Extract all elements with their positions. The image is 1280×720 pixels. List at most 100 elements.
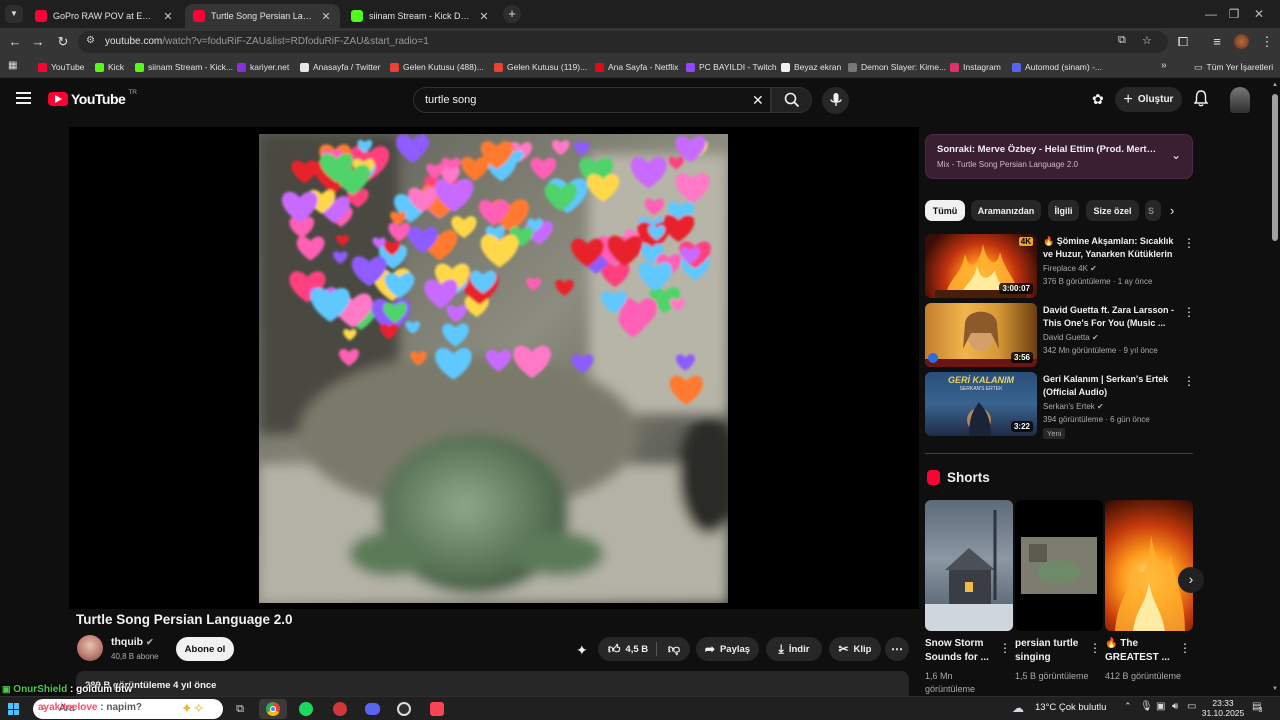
scroll-down-arrow-icon[interactable]: ▼	[1272, 686, 1278, 692]
short-item[interactable]: persian turtle singing 1,5 B görüntüleme…	[1015, 500, 1103, 681]
like-button[interactable]: 👍︎ 4,5 B	[598, 637, 658, 661]
bookmark-item[interactable]: Instagram	[950, 60, 1001, 74]
download-button[interactable]: ⤓ İndir	[766, 637, 822, 661]
sparkle-ai-icon[interactable]: ✦	[576, 642, 588, 659]
more-actions-button[interactable]: ⋯	[885, 637, 909, 661]
chip-all[interactable]: Tümü	[925, 200, 965, 221]
bookmark-item[interactable]: Ana Sayfa - Netflix	[595, 60, 678, 74]
more-options-icon[interactable]: ⋮	[1183, 305, 1195, 319]
short-item[interactable]: Snow Storm Sounds for ... 1,6 Mn görüntü…	[925, 500, 1013, 694]
browser-tab-turtle-song[interactable]: Turtle Song Persian Language 2.0 ✕	[185, 4, 340, 28]
site-info-icon[interactable]: ⚙	[86, 35, 95, 46]
recommendation-channel[interactable]: Fireplace 4K ✔	[1043, 264, 1097, 273]
bookmark-item[interactable]: siinam Stream - Kick...	[135, 60, 233, 74]
share-button[interactable]: ➦ Paylaş	[696, 637, 759, 661]
taskbar-valorant-icon[interactable]	[423, 699, 451, 719]
clip-button[interactable]: ✂ Klip	[829, 637, 881, 661]
short-title[interactable]: 🔥 The GREATEST ...	[1105, 637, 1177, 665]
chip-from-search[interactable]: Aramanızdan	[971, 200, 1041, 221]
close-tab-icon[interactable]: ✕	[478, 10, 490, 23]
bookmark-item[interactable]: Anasayfa / Twitter	[300, 60, 380, 74]
search-button[interactable]	[771, 87, 812, 113]
mix-playlist-panel[interactable]: Sonraki: Merve Özbey - Helal Ettim (Prod…	[925, 134, 1193, 179]
notifications-bell-icon[interactable]	[1193, 90, 1209, 112]
subscribe-button[interactable]: Abone ol	[176, 637, 234, 661]
weather-cloud-icon[interactable]: ☁	[1012, 701, 1024, 715]
channel-name[interactable]: thquib ✔	[111, 636, 154, 648]
volume-icon[interactable]: 🔊︎	[1172, 701, 1178, 712]
video-thumbnail[interactable]: GERİ KALANIM SERKAN'S ERTEK 3:22	[925, 372, 1037, 436]
browser-tab-kick[interactable]: siinam Stream - Kick Dashboard ✕	[343, 4, 498, 28]
taskbar-search-input[interactable]: ⌕ Ara ayakiteelove : napim? ✦✧	[33, 699, 223, 719]
chip-for-you[interactable]: Size özel	[1086, 200, 1139, 221]
youtube-logo[interactable]: YouTube TR	[48, 89, 137, 107]
chip-more[interactable]: S	[1145, 200, 1161, 221]
chip-related[interactable]: İlgili	[1048, 200, 1079, 221]
hamburger-menu-icon[interactable]	[16, 92, 31, 104]
more-options-icon[interactable]: ⋮	[1179, 641, 1191, 655]
taskbar-discord-icon[interactable]	[358, 699, 386, 719]
bookmark-item[interactable]: Gelen Kutusu (488)...	[390, 60, 484, 74]
account-avatar[interactable]	[1230, 87, 1250, 113]
task-view-icon[interactable]: ⧉	[226, 699, 254, 719]
recommendation-item[interactable]: 3:56 David Guetta ft. Zara Larsson - Thi…	[925, 303, 1195, 369]
voice-search-button[interactable]	[822, 87, 849, 114]
recommendation-channel[interactable]: David Guetta ✔	[1043, 333, 1099, 342]
bookmark-item[interactable]: Demon Slayer: Kime...	[848, 60, 946, 74]
bookmark-item[interactable]: Automod (sinam) -...	[1012, 60, 1102, 74]
recommendation-item[interactable]: GERİ KALANIM SERKAN'S ERTEK 3:22 Geri Ka…	[925, 372, 1195, 439]
more-options-icon[interactable]: ⋮	[1183, 236, 1195, 250]
bookmark-item[interactable]: Beyaz ekran	[781, 60, 841, 74]
recommendation-title[interactable]: David Guetta ft. Zara Larsson - This One…	[1043, 304, 1181, 330]
tray-overflow-icon[interactable]: ⌃	[1124, 701, 1132, 712]
new-tab-button[interactable]: +	[503, 5, 521, 23]
short-item[interactable]: 🔥 The GREATEST ... 412 B görüntüleme ⋮	[1105, 500, 1193, 681]
recommendation-channel[interactable]: Serkan's Ertek ✔	[1043, 402, 1104, 411]
bookmark-item[interactable]: PC BAYILDI - Twitch	[686, 60, 777, 74]
taskbar-spotify-icon[interactable]	[292, 699, 320, 719]
profile-avatar-icon[interactable]	[1234, 34, 1249, 49]
back-arrow-icon[interactable]: ←	[7, 34, 23, 50]
page-scrollbar[interactable]: ▲ ▼	[1270, 82, 1280, 696]
more-options-icon[interactable]: ⋮	[999, 641, 1011, 655]
tab-search-button[interactable]: ▼	[5, 5, 23, 23]
taskbar-chrome-icon[interactable]	[259, 699, 287, 719]
search-input[interactable]: turtle song ✕	[413, 87, 771, 113]
weather-text[interactable]: 13°C Çok bulutlu	[1035, 702, 1106, 713]
create-button[interactable]: + Oluştur	[1115, 87, 1182, 112]
channel-avatar[interactable]	[77, 635, 103, 661]
scrollbar-thumb[interactable]	[1272, 94, 1278, 241]
studio-icon[interactable]: ✿	[1092, 91, 1104, 108]
video-frame[interactable]	[259, 134, 728, 603]
close-tab-icon[interactable]: ✕	[320, 10, 332, 23]
extensions-icon[interactable]: ⧠	[1175, 34, 1191, 50]
recommendation-title[interactable]: 🔥 Şömine Akşamları: Sıcaklık ve Huzur, Y…	[1043, 235, 1181, 263]
cast-icon[interactable]: ⧉	[1118, 34, 1126, 47]
more-options-icon[interactable]: ⋮	[1089, 641, 1101, 655]
more-options-icon[interactable]: ⋮	[1183, 374, 1195, 388]
bookmark-star-icon[interactable]: ☆	[1142, 34, 1152, 47]
browser-menu-icon[interactable]: ⋮	[1259, 34, 1275, 50]
dislike-button[interactable]: 👎︎	[659, 637, 689, 661]
shorts-next-button[interactable]: ›	[1178, 567, 1204, 593]
short-title[interactable]: persian turtle singing	[1015, 637, 1087, 665]
recommendation-title[interactable]: Geri Kalanım | Serkan's Ertek (Official …	[1043, 373, 1181, 399]
apps-grid-icon[interactable]: ▦	[8, 60, 17, 71]
scroll-up-arrow-icon[interactable]: ▲	[1272, 82, 1278, 88]
chevron-down-icon[interactable]: ⌄	[1171, 148, 1181, 162]
taskbar-riot-icon[interactable]	[326, 699, 354, 719]
taskbar-clock[interactable]: 23:33 31.10.2025	[1196, 698, 1250, 718]
close-tab-icon[interactable]: ✕	[162, 10, 174, 23]
short-title[interactable]: Snow Storm Sounds for ...	[925, 637, 997, 665]
close-window-icon[interactable]: ✕	[1236, 0, 1280, 28]
video-thumbnail[interactable]: 3:56	[925, 303, 1037, 367]
notifications-icon[interactable]: ▤3	[1252, 701, 1265, 714]
bookmark-item[interactable]: Gelen Kutusu (119)...	[494, 60, 587, 74]
short-thumbnail[interactable]	[1015, 500, 1103, 631]
recommendation-item[interactable]: 4K 3:00:07 🔥 Şömine Akşamları: Sıcaklık …	[925, 234, 1195, 300]
address-bar[interactable]: ⚙ youtube.com/watch?v=foduRiF-ZAU&list=R…	[78, 31, 1168, 53]
all-bookmarks-folder[interactable]: ▭ Tüm Yer İşaretleri	[1194, 60, 1273, 74]
bookmark-item[interactable]: Kick	[95, 60, 124, 74]
video-thumbnail[interactable]: 4K 3:00:07	[925, 234, 1037, 298]
short-thumbnail[interactable]	[1105, 500, 1193, 631]
